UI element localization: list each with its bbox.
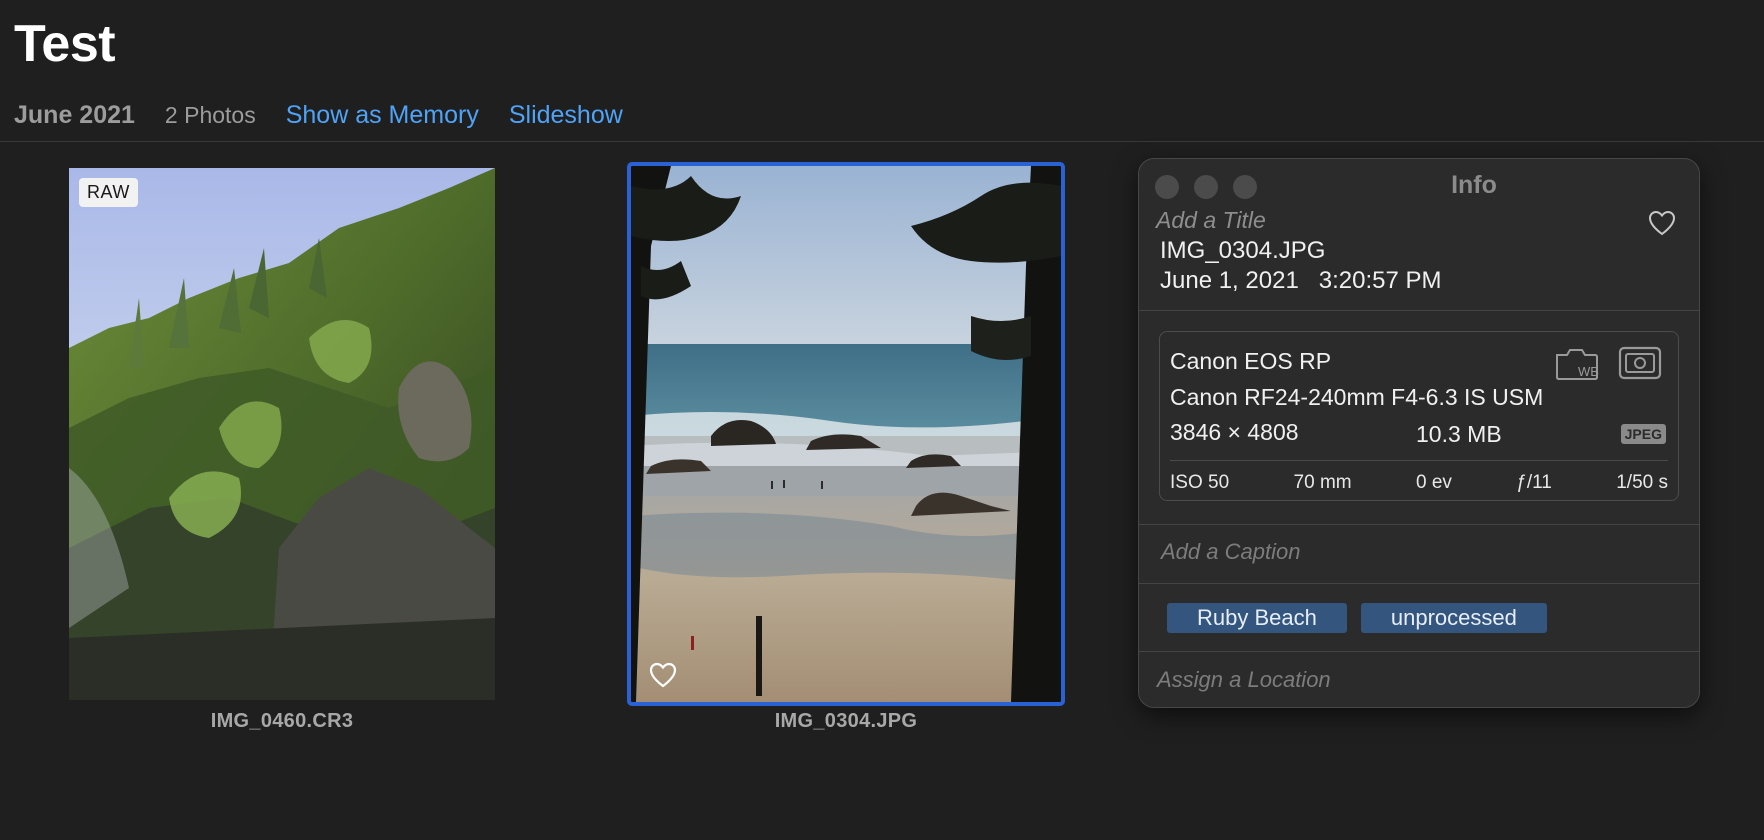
album-title: Test (14, 15, 116, 73)
info-datetime[interactable]: June 1, 2021 3:20:57 PM (1160, 267, 1442, 295)
add-caption-field[interactable]: Add a Caption (1161, 539, 1300, 565)
photos-window: Test June 2021 2 Photos Show as Memory S… (0, 0, 1764, 840)
exposure-bias-value: 0 ev (1415, 472, 1452, 493)
camera-info-box: Canon EOS RP Canon RF24-240mm F4-6.3 IS … (1159, 331, 1679, 501)
show-as-memory-link[interactable]: Show as Memory (286, 101, 479, 130)
exif-row: ISO 50 70 mm 0 ev ƒ/11 1/50 s (1170, 472, 1668, 494)
section-divider (1139, 583, 1699, 584)
assign-location-field[interactable]: Assign a Location (1157, 667, 1331, 693)
header-divider (0, 141, 1764, 142)
info-filename: IMG_0304.JPG (1160, 237, 1326, 264)
section-divider (1139, 524, 1699, 525)
section-divider (1139, 310, 1699, 311)
photo-thumbnail-img-0460[interactable]: RAW (69, 168, 495, 700)
raw-badge: RAW (79, 178, 138, 207)
photo-thumbnail-img-0304[interactable] (627, 162, 1065, 706)
format-badge: JPEG (1620, 424, 1666, 444)
photo-ruby-beach (631, 166, 1061, 702)
image-dimensions: 3846 × 4808 (1170, 419, 1299, 445)
wb-label: WB (1578, 364, 1599, 379)
file-size: 10.3 MB (1416, 421, 1502, 447)
photo-filename: IMG_0304.JPG (774, 710, 918, 732)
photo-filename: IMG_0460.CR3 (210, 710, 354, 732)
keywords-field[interactable]: Ruby Beach unprocessed (1167, 603, 1547, 633)
favorite-heart-icon[interactable] (1647, 209, 1677, 237)
camera-model: Canon EOS RP (1170, 348, 1332, 374)
focal-length-value: 70 mm (1293, 472, 1352, 493)
iso-value: ISO 50 (1170, 472, 1230, 493)
exif-divider (1170, 460, 1668, 461)
keyword-tag[interactable]: Ruby Beach (1167, 603, 1347, 633)
section-divider (1139, 651, 1699, 652)
slideshow-link[interactable]: Slideshow (509, 101, 623, 130)
camera-lens: Canon RF24-240mm F4-6.3 IS USM (1170, 384, 1544, 410)
metering-icon (1618, 346, 1662, 380)
album-subheader: June 2021 2 Photos Show as Memory Slides… (14, 98, 653, 132)
photo-count: 2 Photos (164, 101, 256, 128)
info-panel: Info Add a Title IMG_0304.JPG June 1, 20… (1138, 158, 1700, 708)
info-panel-title: Info (1451, 171, 1497, 199)
camera-wb-icon: WB (1556, 349, 1599, 380)
photo-forest-cliff (69, 168, 495, 700)
moment-date: June 2021 (14, 100, 135, 129)
shutter-speed-value: 1/50 s (1616, 472, 1668, 493)
add-title-field[interactable]: Add a Title (1156, 207, 1266, 234)
heart-icon[interactable] (649, 662, 677, 688)
keyword-tag[interactable]: unprocessed (1360, 603, 1547, 633)
aperture-value: ƒ/11 (1516, 472, 1552, 493)
